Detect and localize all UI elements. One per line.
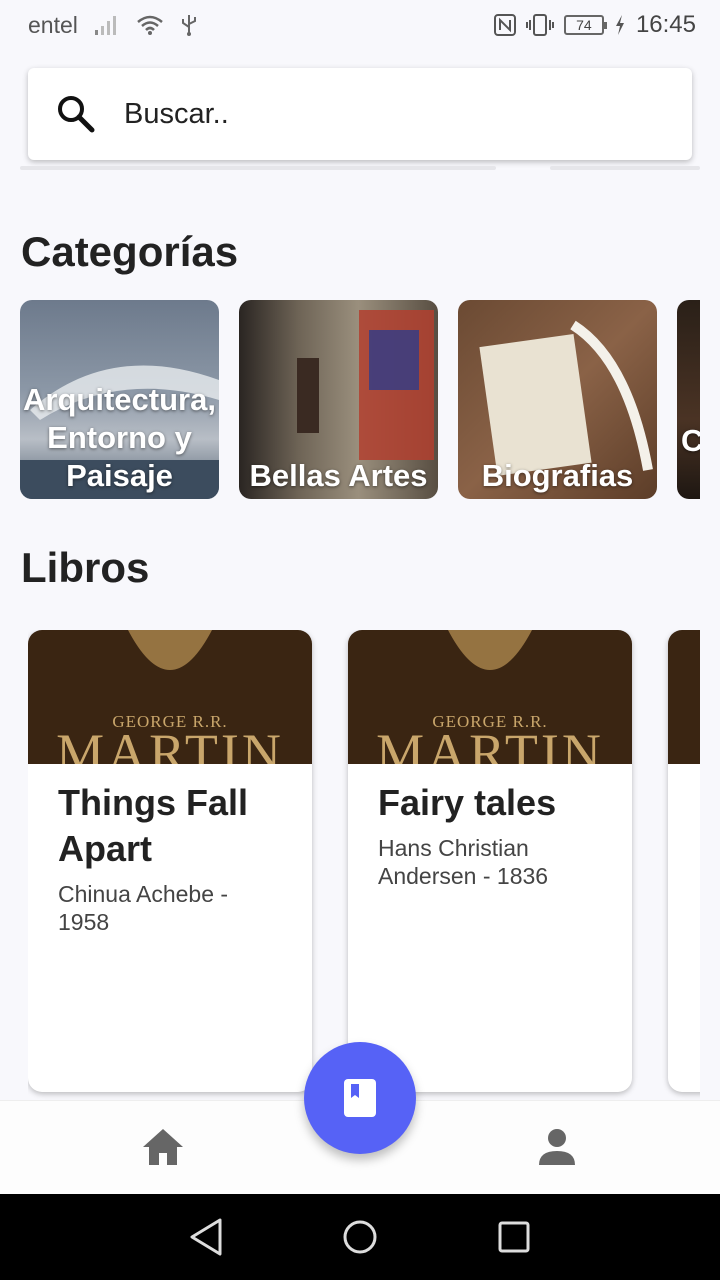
back-icon[interactable] xyxy=(188,1216,224,1258)
book-cover: GEORGE R.R. MARTIN xyxy=(348,630,632,764)
book-card[interactable]: GEORGE R.R. MARTIN Fairy tales Hans Chri… xyxy=(348,630,632,1092)
cover-author-name: MARTIN xyxy=(376,723,604,764)
usb-icon xyxy=(180,13,198,37)
category-card-architecture[interactable]: Arquitectura, Entorno y Paisaje xyxy=(20,300,219,499)
book-card-partial[interactable] xyxy=(668,630,700,1092)
cover-author-name: MARTIN xyxy=(56,723,284,764)
book-title: Things Fall Apart xyxy=(58,782,249,869)
status-bar: entel 74 16:45 xyxy=(0,0,720,50)
category-label: Biografias xyxy=(481,458,634,493)
vibrate-icon xyxy=(525,13,554,37)
home-button-icon[interactable] xyxy=(342,1216,378,1258)
search-icon[interactable] xyxy=(56,94,96,134)
books-carousel[interactable]: GEORGE R.R. MARTIN Things Fall Apart Chi… xyxy=(28,630,700,1100)
book-cover: GEORGE R.R. MARTIN xyxy=(28,630,312,764)
person-icon[interactable] xyxy=(538,1127,576,1167)
recent-apps-icon[interactable] xyxy=(496,1216,532,1258)
category-card-biographies[interactable]: Biografias xyxy=(458,300,657,499)
category-label: C xyxy=(681,423,700,458)
divider-right xyxy=(550,166,700,170)
divider-left xyxy=(20,166,496,170)
carrier-label: entel xyxy=(28,11,78,38)
wifi-icon xyxy=(136,14,164,36)
signal-icon xyxy=(94,14,120,36)
search-bar[interactable] xyxy=(28,68,692,160)
nfc-icon xyxy=(493,14,516,36)
book-cover xyxy=(668,630,700,764)
book-icon xyxy=(344,1079,376,1117)
system-navigation-bar xyxy=(0,1194,720,1280)
home-icon[interactable] xyxy=(142,1127,184,1167)
book-card[interactable]: GEORGE R.R. MARTIN Things Fall Apart Chi… xyxy=(28,630,312,1092)
battery-indicator: 74 xyxy=(563,15,607,35)
categories-title: Categorías xyxy=(21,228,239,275)
category-label: Arquitectura, Entorno y Paisaje xyxy=(23,382,216,493)
categories-carousel[interactable]: Arquitectura, Entorno y Paisaje Bellas A… xyxy=(20,300,700,500)
category-card-partial[interactable]: C xyxy=(677,300,700,499)
books-fab[interactable] xyxy=(304,1042,416,1154)
charging-icon xyxy=(614,14,626,36)
book-author-year: Chinua Achebe - 1958 xyxy=(58,881,229,935)
category-label: Bellas Artes xyxy=(249,458,428,493)
category-image xyxy=(677,300,700,499)
clock: 16:45 xyxy=(635,11,696,38)
search-input[interactable] xyxy=(124,97,624,131)
book-author-year: Hans Christian Andersen - 1836 xyxy=(378,835,549,889)
book-title: Fairy tales xyxy=(378,782,557,823)
category-card-fine-arts[interactable]: Bellas Artes xyxy=(239,300,438,499)
books-title: Libros xyxy=(21,544,150,591)
